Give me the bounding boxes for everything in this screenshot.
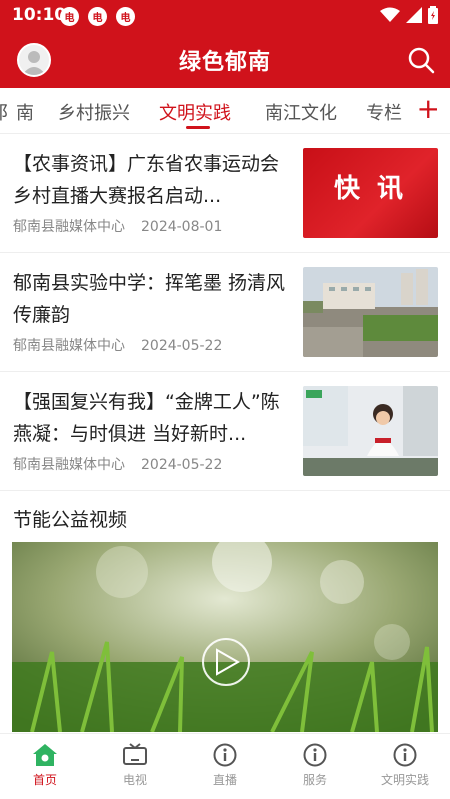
nav-tv[interactable]: 电视 <box>90 734 180 799</box>
app-title: 绿色郁南 <box>178 50 271 75</box>
nav-label: 直播 <box>212 773 237 787</box>
search-icon[interactable] <box>406 45 436 75</box>
plus-icon[interactable]: + <box>417 94 440 124</box>
news-thumbnail: 快 讯 <box>303 148 438 238</box>
news-item[interactable]: 【农事资讯】广东省农事运动会乡村直播大赛报名启动... 郁南县融媒体中心 2024… <box>0 134 450 253</box>
nav-home[interactable]: 首页 <box>0 734 90 799</box>
news-item[interactable]: 郁南县实验中学：挥笔墨 扬清风 传廉韵 郁南县融媒体中心 2024-05-22 <box>0 253 450 372</box>
nav-label: 文明实践 <box>380 773 429 787</box>
news-date: 2024-05-22 <box>141 338 223 354</box>
notification-badge: 电 <box>60 7 79 26</box>
news-meta: 郁南县融媒体中心 2024-05-22 <box>13 454 222 474</box>
news-thumbnail <box>303 267 438 357</box>
status-time: 10:10 <box>12 5 67 25</box>
news-meta: 郁南县融媒体中心 2024-05-22 <box>13 335 222 355</box>
bottom-navigation: 首页 电视 直播 服务 文明实践 <box>0 733 450 799</box>
nav-label: 电视 <box>122 773 147 787</box>
notification-badge: 电 <box>116 7 135 26</box>
news-date: 2024-08-01 <box>141 219 223 235</box>
tab-nanjiang-culture[interactable]: 南江文化 <box>265 99 337 125</box>
nav-live[interactable]: 直播 <box>180 734 270 799</box>
wifi-icon <box>380 7 400 22</box>
section-title: 节能公益视频 <box>13 509 128 531</box>
news-thumbnail <box>303 386 438 476</box>
status-bar: 10:10 电 电 电 <box>0 0 450 32</box>
news-title: 【农事资讯】广东省农事运动会乡村直播大赛报名启动... <box>13 153 280 207</box>
notification-badge: 电 <box>88 7 107 26</box>
news-source: 郁南县融媒体中心 <box>13 219 125 235</box>
news-meta: 郁南县融媒体中心 2024-08-01 <box>13 216 222 236</box>
nav-civilization-practice[interactable]: 文明实践 <box>360 734 450 799</box>
worker-photo <box>303 386 438 476</box>
info-icon <box>303 743 327 767</box>
info-icon <box>393 743 417 767</box>
tab-yunan[interactable]: 阝南 <box>0 99 34 125</box>
tab-rural-revitalization[interactable]: 乡村振兴 <box>58 99 130 125</box>
battery-icon <box>428 6 438 24</box>
signal-icon <box>406 7 422 23</box>
news-title: 【强国复兴有我】“金牌工人”陈燕凝：与时俱进 当好新时... <box>13 391 280 445</box>
tab-column[interactable]: 专栏 <box>366 99 402 125</box>
nav-label: 服务 <box>302 773 327 787</box>
home-icon <box>33 744 57 766</box>
news-source: 郁南县融媒体中心 <box>13 338 125 354</box>
thumbnail-text: 快 讯 <box>333 174 408 204</box>
news-date: 2024-05-22 <box>141 457 223 473</box>
play-icon[interactable] <box>203 639 249 685</box>
school-photo <box>303 267 438 357</box>
notification-badges: 电 电 电 <box>60 7 135 26</box>
category-tabs: 阝南 乡村振兴 文明实践 南江文化 专栏 + <box>0 88 450 134</box>
nav-label: 首页 <box>32 773 57 787</box>
nav-service[interactable]: 服务 <box>270 734 360 799</box>
video-card[interactable] <box>12 542 438 732</box>
tab-civilization-practice[interactable]: 文明实践 <box>159 99 231 125</box>
news-source: 郁南县融媒体中心 <box>13 457 125 473</box>
video-thumbnail <box>12 542 438 732</box>
status-icons <box>380 6 438 24</box>
tv-icon <box>123 743 147 765</box>
info-icon <box>213 743 237 767</box>
news-item[interactable]: 【强国复兴有我】“金牌工人”陈燕凝：与时俱进 当好新时... 郁南县融媒体中心 2… <box>0 372 450 491</box>
news-title: 郁南县实验中学：挥笔墨 扬清风 传廉韵 <box>13 272 286 326</box>
active-tab-indicator <box>186 126 210 129</box>
app-header: 绿色郁南 <box>0 32 450 88</box>
